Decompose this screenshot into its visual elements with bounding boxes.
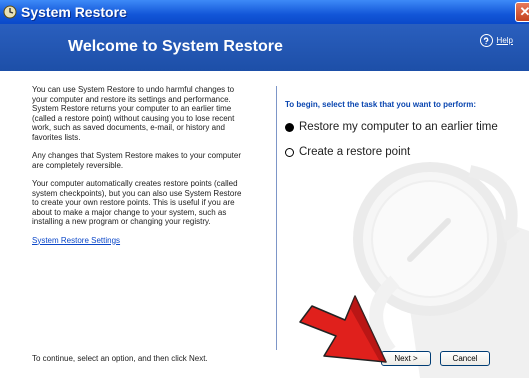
radio-button-selected[interactable] (285, 122, 294, 132)
cancel-button-label: Cancel (452, 354, 478, 363)
option-create-restore-point[interactable]: Create a restore point (285, 146, 525, 158)
description-paragraph: You can use System Restore to undo harmf… (32, 85, 235, 142)
system-restore-app-icon (3, 5, 17, 19)
option-label[interactable]: Create a restore point (299, 146, 410, 158)
page-title: Welcome to System Restore (68, 38, 283, 55)
option-restore-earlier-time[interactable]: Restore my computer to an earlier time (285, 121, 525, 133)
help-link[interactable]: Help (479, 34, 513, 47)
window-title: System Restore (21, 4, 127, 20)
description-paragraph: Your computer automatically creates rest… (32, 179, 242, 226)
cancel-button[interactable]: Cancel (440, 351, 490, 366)
title-bar[interactable]: System Restore ✕ (0, 0, 529, 24)
help-label[interactable]: Help (497, 36, 513, 45)
help-icon[interactable] (479, 34, 493, 47)
description-pane: You can use System Restore to undo harmf… (32, 85, 250, 254)
option-label[interactable]: Restore my computer to an earlier time (299, 121, 498, 133)
description-paragraph: Any changes that System Restore makes to… (32, 151, 241, 170)
header-band: Welcome to System Restore Help (0, 24, 529, 71)
next-button[interactable]: Next > (381, 351, 431, 366)
pane-divider (276, 86, 277, 350)
system-restore-settings-link[interactable]: System Restore Settings (32, 236, 120, 245)
next-button-label: Next > (394, 354, 418, 363)
task-prompt: To begin, select the task that you want … (285, 100, 476, 109)
footer-instruction: To continue, select an option, and then … (32, 354, 208, 363)
radio-button-unselected[interactable] (285, 147, 294, 157)
close-button[interactable]: ✕ (515, 2, 529, 22)
close-icon: ✕ (519, 4, 529, 19)
task-pane: To begin, select the task that you want … (285, 100, 525, 171)
